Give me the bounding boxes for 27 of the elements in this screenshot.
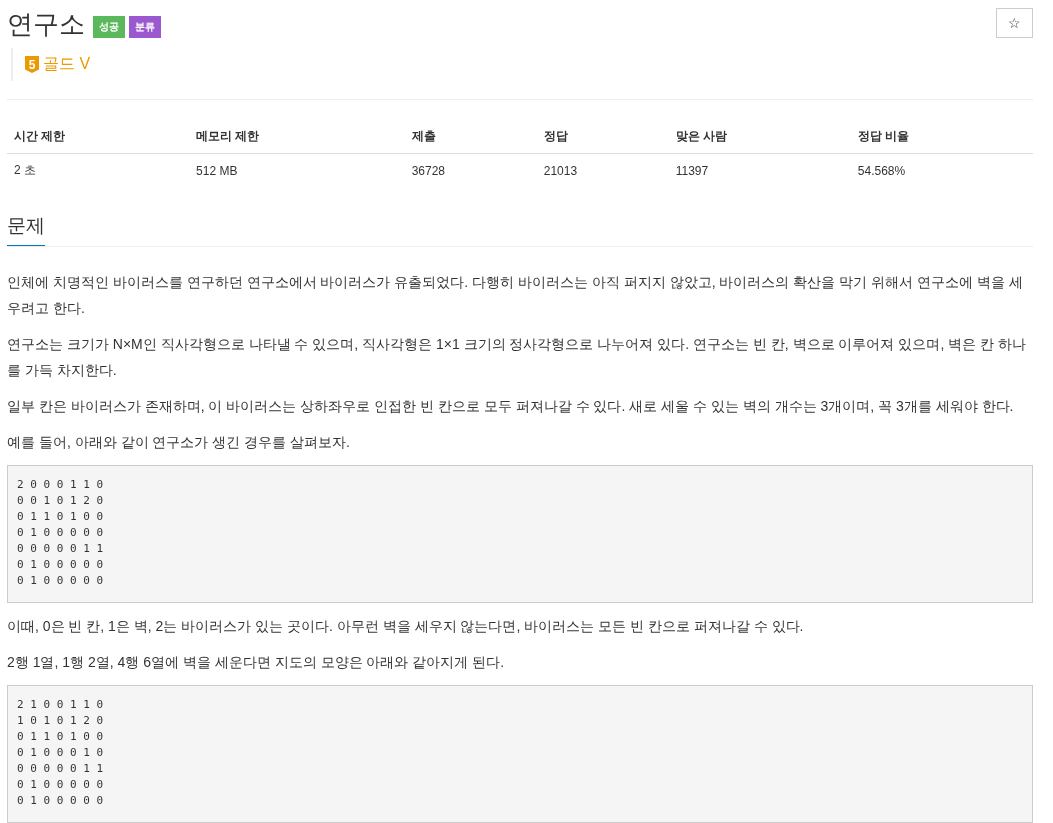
column-header: 시간 제한 — [7, 120, 190, 154]
column-header: 정답 — [536, 120, 669, 154]
paragraph: 인체에 치명적인 바이러스를 연구하던 연구소에서 바이러스가 유출되었다. 다행히 바이러스는 아직 퍼지지 않았고, 바이러스의 확산을 막기 위해서 연구소에 벽을 세우려고 한다. — [7, 273, 1024, 318]
code-block: 2 1 0 0 1 1 0 1 0 1 0 1 2 0 0 1 1 0 1 0 0 0 1 0 0 0 1 0 0 0 0 0 0 1 1 0 1 0 0 0 0 0 0 1 0 0 0 0 0 — [7, 685, 1033, 823]
section-title: 문제 — [7, 213, 45, 246]
tier-icon: 5 — [25, 56, 39, 73]
column-header: 정답 비율 — [850, 120, 1033, 154]
paragraph: 연구소는 크기가 N×M인 직사각형으로 나타낼 수 있으며, 직사각형은 1×1 크기의 정사각형으로 나누어져 있다. 연구소는 빈 칸, 벽으로 이루어져 있으며, 벽은 칸 하나를 가득 차지한다. — [7, 335, 1027, 380]
table-cell: 512 MB — [189, 153, 405, 187]
table-cell: 2 초 — [7, 153, 190, 187]
status-badge[interactable]: 성공 — [93, 16, 125, 38]
favorite-button[interactable]: ☆ — [996, 8, 1033, 38]
code-block: 2 0 0 0 1 1 0 0 0 1 0 1 2 0 0 1 1 0 1 0 0 0 1 0 0 0 0 0 0 0 0 0 0 1 1 0 1 0 0 0 0 0 0 1 0 0 0 0 0 — [7, 465, 1033, 603]
column-header: 제출 — [404, 120, 537, 154]
column-header: 맞은 사람 — [668, 120, 851, 154]
table-cell: 54.568% — [850, 153, 1033, 187]
status-badge[interactable]: 분류 — [129, 16, 161, 38]
tier-label: 골드 V — [43, 54, 91, 74]
table-cell: 36728 — [404, 153, 537, 187]
table-cell: 11397 — [668, 153, 851, 187]
paragraph: 일부 칸은 바이러스가 존재하며, 이 바이러스는 상하좌우로 인접한 빈 칸으로 모두 퍼져나갈 수 있다. 새로 세울 수 있는 벽의 개수는 3개이며, 꼭 3개를 세워야 한다. — [7, 397, 1015, 416]
paragraph: 이때, 0은 빈 칸, 1은 벽, 2는 바이러스가 있는 곳이다. 아무런 벽을 세우지 않는다면, 바이러스는 모든 빈 칸으로 퍼져나갈 수 있다. — [7, 617, 805, 636]
paragraph: 예를 들어, 아래와 같이 연구소가 생긴 경우를 살펴보자. — [7, 433, 351, 452]
column-header: 메모리 제한 — [189, 120, 405, 154]
paragraph: 2행 1열, 1행 2열, 4행 6열에 벽을 세운다면 지도의 모양은 아래와 같아지게 된다. — [7, 653, 506, 672]
problem-title: 연구소 — [7, 8, 85, 40]
table-cell: 21013 — [536, 153, 669, 187]
